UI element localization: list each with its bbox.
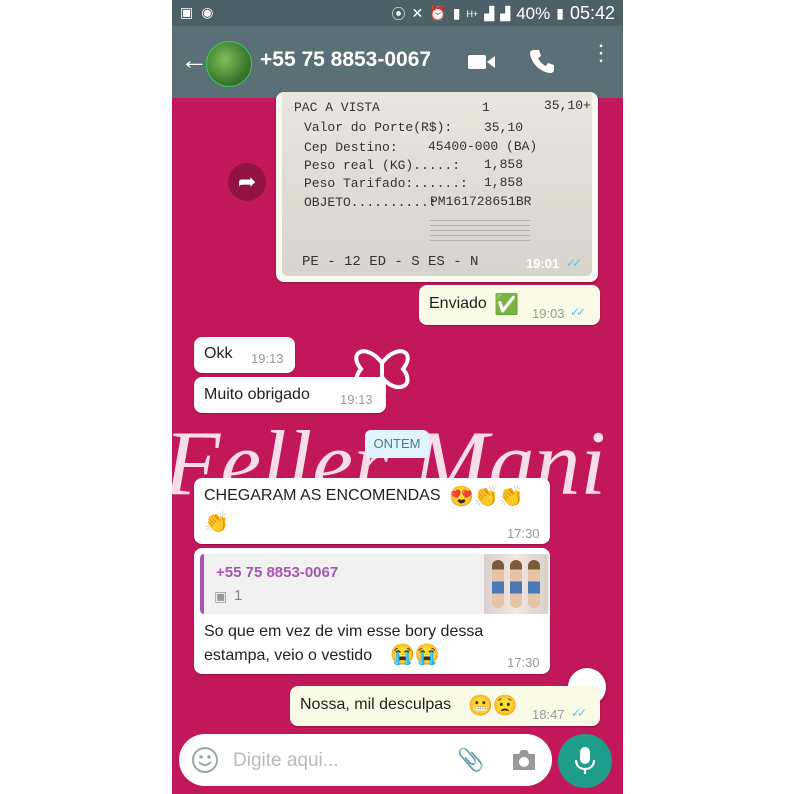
receipt-line-label: PAC A VISTA bbox=[294, 100, 380, 115]
quoted-author: +55 75 8853-0067 bbox=[216, 564, 339, 581]
gallery-icon: ▣ bbox=[180, 4, 194, 20]
mute-icon: ✕ bbox=[411, 5, 424, 21]
message-incoming[interactable]: Okk 19:13 bbox=[194, 337, 295, 373]
receipt-footer: PE - 12 ED - S ES - N bbox=[302, 254, 479, 270]
battery-percent: 40% bbox=[516, 3, 551, 23]
thumbnail-figure bbox=[510, 560, 522, 608]
message-text: Enviado bbox=[429, 295, 487, 312]
status-bar: ▣ ◉ ⦿ ✕ ⏰ ▮ H+ ▟ ▟ 40% ▮ 05:42 bbox=[172, 0, 623, 26]
battery-icon: ▮ bbox=[556, 5, 564, 21]
quoted-photo-thumbnail bbox=[484, 554, 548, 614]
receipt-line-value: PM161728651BR bbox=[430, 194, 532, 209]
contact-name[interactable]: +55 75 8853-0067 bbox=[260, 48, 431, 72]
video-call-icon[interactable] bbox=[468, 52, 496, 77]
alarm-icon: ⏰ bbox=[429, 5, 447, 21]
signal-icon-2: ▟ bbox=[500, 5, 511, 21]
message-time: 19:03 bbox=[532, 306, 565, 321]
message-time: 18:47 bbox=[532, 707, 565, 722]
read-ticks-icon: ✓✓ bbox=[570, 305, 586, 319]
phone-call-icon[interactable] bbox=[529, 48, 555, 79]
message-incoming[interactable]: Muito obrigado 19:13 bbox=[194, 377, 386, 413]
microphone-button[interactable] bbox=[558, 734, 612, 788]
message-time: 17:30 bbox=[507, 526, 540, 541]
message-emoji: 😍👏👏👏 bbox=[204, 486, 524, 534]
forward-icon[interactable]: ➦ bbox=[228, 163, 266, 201]
message-emoji: 😭😭 bbox=[390, 644, 440, 666]
more-options-icon[interactable]: ⋮ bbox=[590, 42, 612, 64]
quoted-message[interactable]: +55 75 8853-0067 ▣ 1 bbox=[200, 554, 550, 614]
message-composer: 📎 bbox=[179, 734, 552, 786]
message-text: Nossa, mil desculpas bbox=[300, 696, 452, 713]
status-time: 05:42 bbox=[569, 3, 615, 23]
message-text: So que em vez de vim esse bory dessa est… bbox=[204, 623, 484, 664]
message-text: Muito obrigado bbox=[204, 386, 310, 403]
receipt-line-value: 1,858 bbox=[484, 157, 524, 172]
receipt-line-value: 35,10+ bbox=[544, 98, 591, 113]
chat-header: ← +55 75 8853-0067 ⋮ bbox=[172, 26, 623, 98]
message-time: 19:01 bbox=[526, 256, 560, 271]
thumbnail-figure bbox=[528, 560, 540, 608]
image-message-receipt[interactable]: PAC A VISTA 1 35,10+ Valor do Porte(R$):… bbox=[276, 92, 598, 282]
read-ticks-icon: ✓✓ bbox=[566, 256, 582, 270]
quoted-photo-count: 1 bbox=[234, 587, 243, 604]
thumbnail-figure bbox=[492, 560, 504, 608]
network-type: H+ bbox=[466, 8, 479, 19]
message-time: 19:13 bbox=[251, 351, 284, 366]
receipt-barcode-lines bbox=[430, 220, 530, 242]
emoji-icon[interactable] bbox=[191, 746, 219, 779]
signal-icon: ▟ bbox=[484, 5, 495, 21]
receipt-line-label: Peso Tarifado:......: bbox=[304, 176, 468, 191]
message-incoming-reply[interactable]: +55 75 8853-0067 ▣ 1 So que em vez de vi… bbox=[194, 548, 550, 674]
contact-avatar[interactable] bbox=[206, 41, 252, 87]
message-time: 17:30 bbox=[507, 655, 540, 670]
message-incoming[interactable]: CHEGARAM AS ENCOMENDAS 😍👏👏👏 17:30 bbox=[194, 478, 550, 544]
receipt-line-value: 35,10 bbox=[484, 120, 524, 135]
receipt-line-value: 1,858 bbox=[484, 175, 524, 190]
notification-icon: ◉ bbox=[201, 4, 214, 20]
receipt-line-label: Valor do Porte(R$): bbox=[304, 120, 453, 135]
message-time: 19:13 bbox=[340, 392, 373, 407]
receipt-line-label: Peso real (KG).....: bbox=[304, 158, 461, 173]
message-text: Okk bbox=[204, 345, 233, 362]
receipt-line-value: 45400-000 (BA) bbox=[428, 139, 538, 154]
read-ticks-icon: ✓✓ bbox=[571, 706, 587, 720]
location-icon: ⦿ bbox=[391, 5, 406, 22]
receipt-line-label: Cep Destino: bbox=[304, 140, 398, 155]
receipt-line-label: OBJETO..........: bbox=[304, 195, 437, 210]
message-input[interactable] bbox=[231, 746, 435, 776]
message-emoji: 😬😟 bbox=[468, 695, 518, 717]
receipt-line-qty: 1 bbox=[482, 100, 490, 115]
sim-icon: ▮ bbox=[452, 5, 461, 21]
camera-icon: ▣ bbox=[214, 588, 228, 604]
attach-icon[interactable]: 📎 bbox=[457, 747, 484, 773]
camera-icon[interactable] bbox=[511, 748, 537, 777]
microphone-icon bbox=[574, 747, 596, 774]
message-emoji: ✅ bbox=[494, 294, 519, 316]
date-divider: ONTEM bbox=[365, 430, 429, 458]
message-outgoing[interactable]: Enviado ✅ 19:03 ✓✓ bbox=[419, 285, 600, 325]
message-outgoing[interactable]: Nossa, mil desculpas 😬😟 18:47 ✓✓ bbox=[290, 686, 600, 726]
back-arrow-icon[interactable]: ← bbox=[180, 46, 208, 74]
phone-screen: Feller Mani ▣ ◉ ⦿ ✕ ⏰ ▮ H+ ▟ ▟ 40% ▮ 05:… bbox=[172, 0, 623, 794]
receipt-photo: PAC A VISTA 1 35,10+ Valor do Porte(R$):… bbox=[282, 92, 592, 276]
